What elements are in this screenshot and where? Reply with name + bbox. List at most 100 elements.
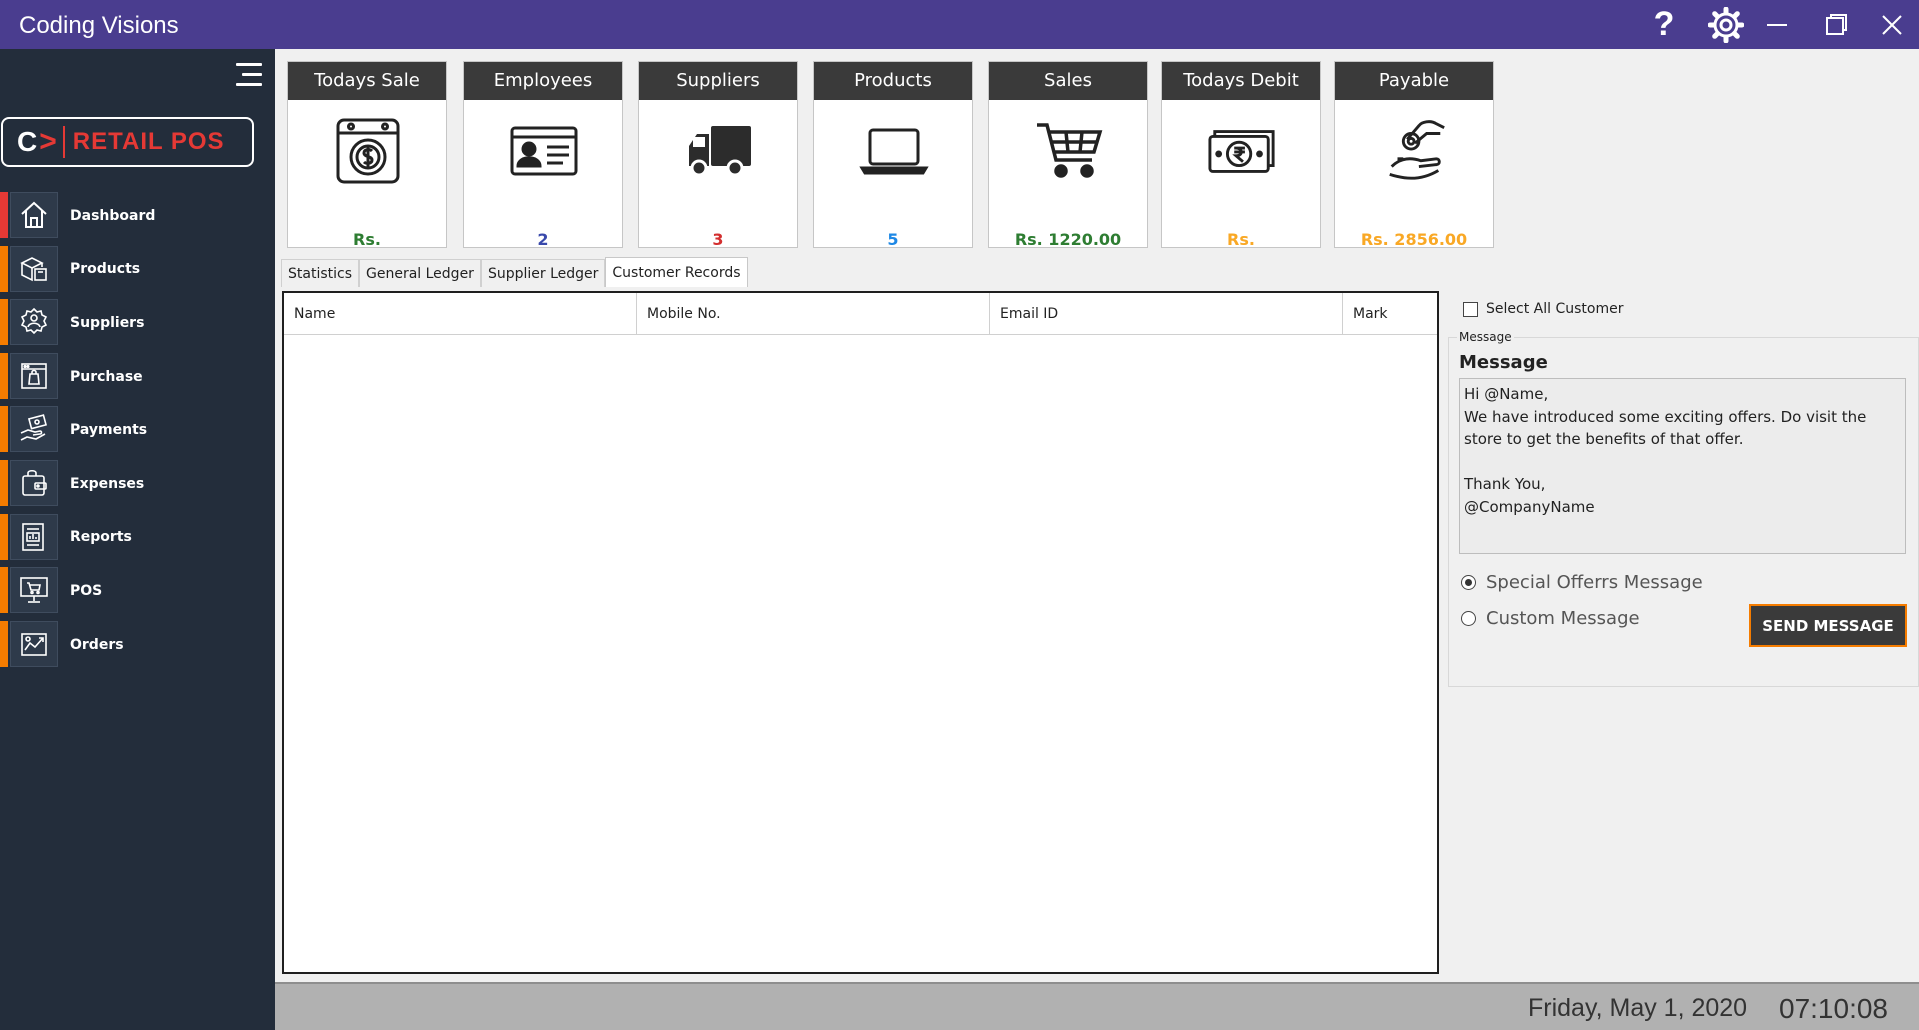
hamburger-menu-icon[interactable] (234, 61, 262, 89)
select-all-label: Select All Customer (1486, 301, 1624, 317)
supplier-badge-icon (10, 299, 58, 346)
radio-special-offers[interactable]: Special Offerrs Message (1461, 572, 1703, 593)
home-icon (10, 192, 58, 238)
card-value: 5 (887, 230, 899, 249)
nav-indicator (0, 299, 8, 346)
card-title: Todays Sale (288, 62, 446, 100)
sidebar-item-suppliers[interactable]: Suppliers (0, 296, 275, 350)
column-header-mobile[interactable]: Mobile No. (637, 293, 990, 335)
sidebar-item-reports[interactable]: Reports (0, 511, 275, 565)
sidebar-item-label: Reports (70, 529, 132, 546)
nav-indicator (0, 192, 8, 238)
sidebar-item-payments[interactable]: Payments (0, 403, 275, 457)
laptop-icon (859, 116, 929, 186)
orders-chart-icon (10, 620, 58, 667)
status-date: Friday, May 1, 2020 (1528, 994, 1748, 1022)
sidebar-item-label: Suppliers (70, 314, 145, 331)
id-card-icon (509, 116, 579, 186)
card-title: Todays Debit (1162, 62, 1320, 100)
sidebar: C > RETAIL POS Dashboard Products Suppli… (0, 49, 275, 1030)
nav-indicator (0, 406, 8, 453)
sidebar-item-pos[interactable]: POS (0, 564, 275, 618)
tab-statistics[interactable]: Statistics (281, 259, 359, 287)
card-value: Rs. (1227, 230, 1255, 249)
column-header-email[interactable]: Email ID (990, 293, 1343, 335)
column-header-name[interactable]: Name (284, 293, 637, 335)
card-title: Suppliers (639, 62, 797, 100)
select-all-checkbox[interactable] (1463, 301, 1478, 317)
radio-custom-message[interactable]: Custom Message (1461, 608, 1640, 629)
hand-coin-icon (1380, 116, 1450, 186)
main-content: Todays Sale Rs. Employees 2 Suppliers 3 … (275, 49, 1919, 982)
card-value: Rs. 2856.00 (1360, 230, 1468, 249)
tab-customer-records[interactable]: Customer Records (605, 257, 748, 287)
card-title: Payable (1335, 62, 1493, 100)
sidebar-item-expenses[interactable]: Expenses (0, 457, 275, 511)
nav-indicator (0, 567, 8, 614)
nav-indicator (0, 245, 8, 292)
radio-button-selected[interactable] (1461, 575, 1476, 590)
nav-indicator (0, 352, 8, 399)
card-products[interactable]: Products 5 (813, 61, 973, 249)
payment-hand-icon (10, 406, 58, 453)
column-header-mark[interactable]: Mark (1343, 293, 1437, 335)
help-icon[interactable]: ? (1644, 0, 1684, 49)
purchase-icon (10, 352, 58, 399)
radio-special-label: Special Offerrs Message (1486, 572, 1703, 593)
sidebar-item-orders[interactable]: Orders (0, 618, 275, 672)
status-bar: Friday, May 1, 2020 07:10:08 (275, 982, 1919, 1030)
sidebar-item-dashboard[interactable]: Dashboard (0, 189, 275, 243)
card-value: 2 (537, 230, 549, 249)
logo-mark: C (17, 126, 38, 157)
tab-strip: Statistics General Ledger Supplier Ledge… (281, 257, 748, 287)
sidebar-item-label: Orders (70, 636, 124, 653)
maximize-icon[interactable] (1816, 0, 1856, 49)
sidebar-item-label: Purchase (70, 368, 143, 385)
sidebar-item-purchase[interactable]: Purchase (0, 350, 275, 404)
truck-icon (684, 116, 754, 186)
wallet-icon (10, 459, 58, 506)
tab-supplier-ledger[interactable]: Supplier Ledger (480, 259, 606, 287)
message-label: Message (1459, 352, 1548, 373)
retail-pos-logo: C > RETAIL POS (1, 117, 254, 167)
card-employees[interactable]: Employees 2 (463, 61, 623, 249)
sidebar-item-label: Payments (70, 422, 148, 439)
nav-indicator (0, 620, 8, 667)
customer-records-grid[interactable]: Name Mobile No. Email ID Mark (282, 291, 1439, 974)
status-time: 07:10:08 (1779, 993, 1888, 1024)
card-suppliers[interactable]: Suppliers 3 (638, 61, 798, 249)
logo-text: RETAIL POS (72, 128, 225, 155)
card-sales[interactable]: Sales Rs. 1220.00 (988, 61, 1148, 249)
card-title: Employees (464, 62, 622, 100)
window-title: Coding Visions (19, 12, 179, 39)
card-todays-debit[interactable]: Todays Debit Rs. (1161, 61, 1321, 249)
card-todays-sale[interactable]: Todays Sale Rs. (287, 61, 447, 249)
card-title: Products (814, 62, 972, 100)
card-value: Rs. 1220.00 (1014, 230, 1122, 249)
card-value: Rs. (353, 230, 381, 249)
group-legend: Message (1457, 330, 1514, 344)
sidebar-item-label: Products (70, 261, 141, 278)
nav-indicator (0, 459, 8, 506)
report-icon (10, 513, 58, 560)
dollar-safe-icon (333, 116, 403, 186)
nav-indicator (0, 513, 8, 560)
minimize-icon[interactable] (1757, 0, 1797, 49)
card-payable[interactable]: Payable Rs. 2856.00 (1334, 61, 1494, 249)
message-textarea[interactable]: Hi @Name, We have introduced some exciti… (1459, 378, 1906, 554)
sidebar-item-products[interactable]: Products (0, 243, 275, 297)
send-message-button[interactable]: SEND MESSAGE (1749, 604, 1907, 647)
settings-gear-icon[interactable] (1704, 0, 1748, 49)
tab-general-ledger[interactable]: General Ledger (359, 259, 481, 287)
title-bar: Coding Visions ? (0, 0, 1919, 49)
logo-separator (62, 126, 65, 158)
radio-button[interactable] (1461, 611, 1476, 626)
sidebar-nav: Dashboard Products Suppliers Purchase Pa… (0, 189, 275, 671)
message-panel: Select All Customer Message Message Hi @… (1445, 287, 1919, 687)
message-group: Message Message Hi @Name, We have introd… (1448, 330, 1919, 687)
logo-arrow: > (39, 125, 57, 158)
select-all-customer[interactable]: Select All Customer (1463, 301, 1623, 317)
card-title: Sales (989, 62, 1147, 100)
card-value: 3 (712, 230, 724, 249)
close-icon[interactable] (1872, 0, 1912, 49)
